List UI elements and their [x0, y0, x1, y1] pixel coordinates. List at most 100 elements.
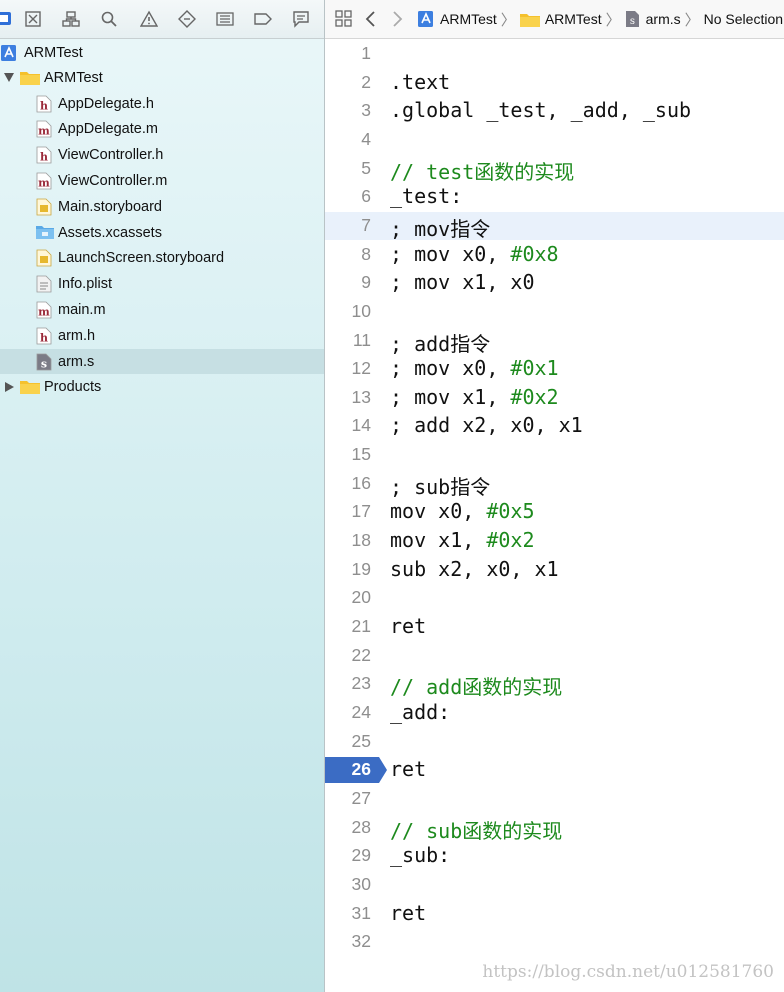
code-line[interactable]: 29 _sub:	[325, 842, 784, 870]
code-text: ret	[390, 757, 426, 781]
line-number: 4	[361, 128, 371, 149]
code-line[interactable]: 15	[325, 441, 784, 469]
code-line[interactable]: 16 ; sub指令	[325, 470, 784, 499]
tree-file-label: arm.h	[58, 327, 96, 344]
code-line[interactable]: 19 sub x2, x0, x1	[325, 556, 784, 584]
code-text: sub x2, x0, x1	[390, 557, 559, 581]
xcode-project-icon	[418, 11, 433, 27]
source-editor: ARMTest 〉 ARMTest 〉 s arm.s 〉 No Selecti…	[325, 0, 784, 992]
tree-file-row[interactable]: h arm.h	[0, 323, 324, 348]
code-line[interactable]: 2 .text	[325, 69, 784, 97]
disclosure-triangle-down-icon[interactable]	[3, 72, 15, 84]
code-line[interactable]: 3 .global _test, _add, _sub	[325, 97, 784, 125]
code-number-literal: #0x5	[486, 499, 535, 524]
code-token: .global _test, _add, _sub	[390, 98, 692, 123]
report-navigator-icon[interactable]	[290, 8, 312, 30]
tree-file-label: AppDelegate.h	[58, 95, 154, 112]
code-line[interactable]: 32	[325, 928, 784, 956]
line-number: 2	[361, 71, 371, 92]
folder-icon	[20, 72, 40, 85]
tree-group-armtest[interactable]: ARMTest	[0, 65, 324, 90]
code-line[interactable]: 31 ret	[325, 900, 784, 928]
tree-file-row[interactable]: h ViewController.h	[0, 143, 324, 168]
tree-file-label: ViewController.h	[58, 147, 164, 164]
code-line[interactable]: 23 // add函数的实现	[325, 670, 784, 699]
code-text: .global _test, _add, _sub	[390, 98, 691, 122]
line-number: 21	[351, 616, 371, 636]
code-token: ; mov x1,	[390, 384, 511, 409]
folder-icon	[519, 13, 540, 27]
search-icon[interactable]	[98, 8, 120, 30]
tree-group-products[interactable]: Products	[0, 374, 324, 399]
code-line[interactable]: 30	[325, 871, 784, 899]
plist-file-icon	[36, 275, 52, 293]
project-navigator-icon[interactable]	[0, 8, 16, 30]
line-number: 25	[351, 730, 371, 751]
debug-navigator-icon[interactable]	[214, 8, 236, 30]
code-line[interactable]: 25	[325, 728, 784, 756]
line-number: 24	[351, 701, 371, 722]
line-number: 9	[361, 272, 371, 293]
test-navigator-icon[interactable]	[176, 8, 198, 30]
folder-icon	[20, 381, 40, 394]
jumpbar-project[interactable]: ARMTest	[417, 10, 497, 28]
jumpbar-file[interactable]: s arm.s	[625, 10, 681, 28]
jumpbar-project-label: ARMTest	[440, 11, 497, 27]
jumpbar-selection[interactable]: No Selection	[704, 11, 783, 27]
code-line[interactable]: 11 ; add指令	[325, 327, 784, 356]
code-line[interactable]: 21 ret	[325, 613, 784, 641]
assembly-file-icon: s	[36, 353, 52, 371]
jumpbar-separator-icon: 〉	[605, 11, 621, 29]
code-line[interactable]: 9 ; mov x1, x0	[325, 269, 784, 297]
line-number: 28	[351, 816, 371, 837]
code-line[interactable]: 18 mov x1, #0x2	[325, 527, 784, 555]
code-line[interactable]: 6 _test:	[325, 183, 784, 211]
tree-file-row[interactable]: Main.storyboard	[0, 194, 324, 219]
navigator-toolbar	[0, 0, 324, 39]
back-chevron-icon[interactable]	[365, 11, 377, 27]
tree-file-row[interactable]: Assets.xcassets	[0, 220, 324, 245]
tree-file-row[interactable]: m ViewController.m	[0, 168, 324, 193]
forward-chevron-icon[interactable]	[391, 11, 403, 27]
tree-file-row[interactable]: m AppDelegate.m	[0, 117, 324, 142]
assembly-file-icon: s	[625, 11, 639, 27]
code-line[interactable]: 5 // test函数的实现	[325, 155, 784, 184]
code-line[interactable]: 4	[325, 126, 784, 154]
code-line[interactable]: 1	[325, 40, 784, 68]
code-line[interactable]: 17 mov x0, #0x5	[325, 498, 784, 526]
code-line[interactable]: 20	[325, 584, 784, 612]
disclosure-triangle-right-icon[interactable]	[3, 381, 15, 393]
breakpoint-navigator-icon[interactable]	[252, 8, 274, 30]
code-line[interactable]: 7 ; mov指令	[325, 211, 784, 241]
tree-file-row[interactable]: m main.m	[0, 297, 324, 322]
tree-file-row[interactable]: h AppDelegate.h	[0, 91, 324, 116]
line-number: 16	[351, 472, 371, 493]
line-number: 7	[361, 214, 371, 235]
code-token: ; mov x1, x0	[390, 270, 535, 295]
code-line[interactable]: 26 ret	[325, 756, 784, 784]
related-items-icon[interactable]	[335, 10, 353, 28]
warning-icon[interactable]	[138, 8, 160, 30]
code-line[interactable]: 24 _add:	[325, 699, 784, 727]
code-line[interactable]: 14 ; add x2, x0, x1	[325, 412, 784, 440]
line-number: 11	[352, 329, 371, 350]
code-line[interactable]: 22	[325, 642, 784, 670]
symbol-navigator-icon[interactable]	[60, 8, 82, 30]
tree-file-row[interactable]: s arm.s	[0, 349, 324, 374]
code-text: ret	[390, 901, 426, 925]
jumpbar-group[interactable]: ARMTest	[519, 11, 602, 27]
code-token: ret	[390, 900, 427, 925]
code-text: ; add x2, x0, x1	[390, 413, 583, 437]
code-line[interactable]: 8 ; mov x0, #0x8	[325, 241, 784, 269]
tree-project-armtest[interactable]: ARMTest	[0, 40, 324, 65]
tree-file-row[interactable]: LaunchScreen.storyboard	[0, 246, 324, 271]
source-control-icon[interactable]	[22, 8, 44, 30]
code-line[interactable]: 12 ; mov x0, #0x1	[325, 355, 784, 383]
line-number: 30	[351, 873, 371, 894]
tree-file-label: arm.s	[58, 353, 95, 370]
tree-file-row[interactable]: Info.plist	[0, 272, 324, 297]
code-line[interactable]: 27	[325, 785, 784, 813]
code-line[interactable]: 28 // sub函数的实现	[325, 814, 784, 843]
code-line[interactable]: 10	[325, 298, 784, 326]
code-line[interactable]: 13 ; mov x1, #0x2	[325, 384, 784, 412]
